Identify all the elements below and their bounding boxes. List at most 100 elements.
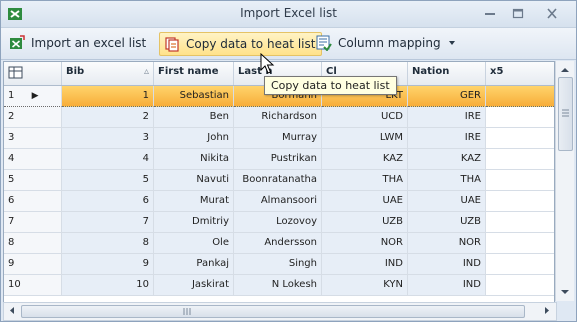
row-header[interactable]: 5 bbox=[4, 170, 62, 191]
row-header[interactable]: 3 bbox=[4, 128, 62, 149]
cell-nation[interactable]: KAZ bbox=[408, 149, 486, 170]
select-all-header[interactable] bbox=[4, 62, 62, 85]
cell-x5[interactable] bbox=[486, 212, 554, 233]
cell-first-name[interactable]: Navuti bbox=[154, 170, 234, 191]
cell-last-name[interactable]: Boonratanatha bbox=[234, 170, 322, 191]
column-header-bib[interactable]: Bib ▵ bbox=[62, 62, 154, 85]
cell-last-name[interactable]: N Lokesh bbox=[234, 275, 322, 296]
cell-bib[interactable]: 7 bbox=[62, 212, 154, 233]
scroll-down-icon[interactable] bbox=[556, 285, 574, 299]
table-row[interactable]: 8 8 Ole Andersson NOR NOR bbox=[4, 233, 554, 254]
import-excel-button[interactable]: Import an excel list bbox=[9, 32, 146, 54]
cell-first-name[interactable]: John bbox=[154, 128, 234, 149]
cell-x5[interactable] bbox=[486, 170, 554, 191]
cell-first-name[interactable]: Nikita bbox=[154, 149, 234, 170]
copy-to-heat-list-button[interactable]: Copy data to heat list bbox=[159, 32, 323, 56]
cell-bib[interactable]: 8 bbox=[62, 233, 154, 254]
cell-x5[interactable] bbox=[486, 254, 554, 275]
cell-nation[interactable]: UAE bbox=[408, 191, 486, 212]
column-header-x5[interactable]: x5 bbox=[486, 62, 554, 85]
table-row[interactable]: 4 4 Nikita Pustrikan KAZ KAZ bbox=[4, 149, 554, 170]
cell-last-name[interactable]: Murray bbox=[234, 128, 322, 149]
cell-bib[interactable]: 6 bbox=[62, 191, 154, 212]
excel-data-grid[interactable]: Bib ▵ First name Last n Cl Nation x5 1 ▶… bbox=[3, 61, 555, 303]
cell-bib[interactable]: 4 bbox=[62, 149, 154, 170]
cell-bib[interactable]: 9 bbox=[62, 254, 154, 275]
cell-nation[interactable]: IRE bbox=[408, 128, 486, 149]
table-row[interactable]: 5 5 Navuti Boonratanatha THA THA bbox=[4, 170, 554, 191]
import-excel-label: Import an excel list bbox=[31, 36, 147, 50]
cell-bib[interactable]: 5 bbox=[62, 170, 154, 191]
cell-nation[interactable]: GER bbox=[408, 86, 486, 107]
cell-x5[interactable] bbox=[486, 275, 554, 296]
cell-club[interactable]: KYN bbox=[322, 275, 408, 296]
scroll-left-icon[interactable] bbox=[5, 303, 19, 318]
vertical-scrollbar[interactable] bbox=[555, 61, 574, 301]
cell-last-name[interactable]: Lozovoy bbox=[234, 212, 322, 233]
cell-first-name[interactable]: Sebastian bbox=[154, 86, 234, 107]
cell-bib[interactable]: 3 bbox=[62, 128, 154, 149]
excel-import-icon bbox=[10, 35, 25, 49]
table-row[interactable]: 3 3 John Murray LWM IRE bbox=[4, 128, 554, 149]
cell-x5[interactable] bbox=[486, 191, 554, 212]
row-header[interactable]: 6 bbox=[4, 191, 62, 212]
cell-club[interactable]: LWM bbox=[322, 128, 408, 149]
cell-nation[interactable]: THA bbox=[408, 170, 486, 191]
scroll-right-icon[interactable] bbox=[540, 303, 554, 318]
cell-club[interactable]: UAE bbox=[322, 191, 408, 212]
minimize-button[interactable] bbox=[479, 5, 501, 23]
cell-bib[interactable]: 10 bbox=[62, 275, 154, 296]
cell-club[interactable]: UCD bbox=[322, 107, 408, 128]
cell-club[interactable]: UZB bbox=[322, 212, 408, 233]
row-header[interactable]: 4 bbox=[4, 149, 62, 170]
cell-first-name[interactable]: Jaskirat bbox=[154, 275, 234, 296]
cell-last-name[interactable]: Almansoori bbox=[234, 191, 322, 212]
cell-first-name[interactable]: Ben bbox=[154, 107, 234, 128]
cell-club[interactable]: THA bbox=[322, 170, 408, 191]
cell-last-name[interactable]: Andersson bbox=[234, 233, 322, 254]
horizontal-scrollbar[interactable] bbox=[3, 302, 557, 321]
row-header[interactable]: 8 bbox=[4, 233, 62, 254]
cell-first-name[interactable]: Murat bbox=[154, 191, 234, 212]
scroll-up-icon[interactable] bbox=[556, 63, 574, 77]
maximize-button[interactable] bbox=[507, 5, 529, 23]
cell-bib[interactable]: 2 bbox=[62, 107, 154, 128]
row-header[interactable]: 2 bbox=[4, 107, 62, 128]
table-row[interactable]: 7 7 Dmitriy Lozovoy UZB UZB bbox=[4, 212, 554, 233]
cell-first-name[interactable]: Ole bbox=[154, 233, 234, 254]
row-header[interactable]: 9 bbox=[4, 254, 62, 275]
cell-last-name[interactable]: Singh bbox=[234, 254, 322, 275]
cell-first-name[interactable]: Pankaj bbox=[154, 254, 234, 275]
column-mapping-dropdown[interactable]: Column mapping bbox=[316, 32, 457, 54]
cell-nation[interactable]: IRE bbox=[408, 107, 486, 128]
cell-last-name[interactable]: Richardson bbox=[234, 107, 322, 128]
vertical-scroll-thumb[interactable] bbox=[558, 77, 573, 151]
row-header[interactable]: 10 bbox=[4, 275, 62, 296]
cell-x5[interactable] bbox=[486, 107, 554, 128]
cell-x5[interactable] bbox=[486, 149, 554, 170]
cell-x5[interactable] bbox=[486, 233, 554, 254]
table-row[interactable]: 10 10 Jaskirat N Lokesh KYN IND bbox=[4, 275, 554, 296]
table-row[interactable]: 2 2 Ben Richardson UCD IRE bbox=[4, 107, 554, 128]
close-button[interactable] bbox=[541, 5, 563, 23]
table-row[interactable]: 9 9 Pankaj Singh IND IND bbox=[4, 254, 554, 275]
cell-club[interactable]: NOR bbox=[322, 233, 408, 254]
cell-club[interactable]: KAZ bbox=[322, 149, 408, 170]
cell-nation[interactable]: NOR bbox=[408, 233, 486, 254]
cell-nation[interactable]: UZB bbox=[408, 212, 486, 233]
cell-last-name[interactable]: Pustrikan bbox=[234, 149, 322, 170]
cell-bib[interactable]: 1 bbox=[62, 86, 154, 107]
cell-x5[interactable] bbox=[486, 128, 554, 149]
cell-club[interactable]: IND bbox=[322, 254, 408, 275]
horizontal-scroll-thumb[interactable] bbox=[21, 305, 525, 318]
column-header-first-name[interactable]: First name bbox=[154, 62, 234, 85]
table-row[interactable]: 6 6 Murat Almansoori UAE UAE bbox=[4, 191, 554, 212]
row-header[interactable]: 1 ▶ bbox=[4, 86, 62, 107]
row-header[interactable]: 7 bbox=[4, 212, 62, 233]
cell-nation[interactable]: IND bbox=[408, 254, 486, 275]
cell-nation[interactable]: IND bbox=[408, 275, 486, 296]
grip-icon bbox=[183, 308, 191, 315]
column-header-nation[interactable]: Nation bbox=[408, 62, 486, 85]
cell-x5[interactable] bbox=[486, 86, 554, 107]
cell-first-name[interactable]: Dmitriy bbox=[154, 212, 234, 233]
